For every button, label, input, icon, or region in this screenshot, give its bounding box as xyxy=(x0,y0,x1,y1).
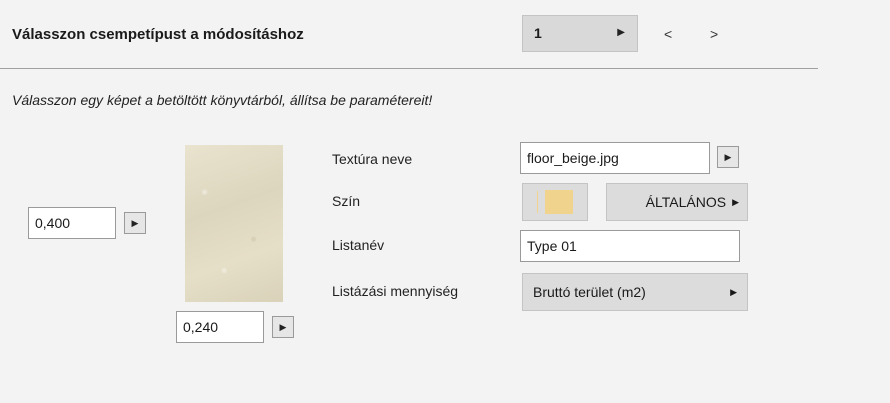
list-quantity-label: Listázási mennyiség xyxy=(332,283,459,299)
list-quantity-value: Bruttó terület (m2) xyxy=(533,284,646,300)
color-picker-button[interactable] xyxy=(522,183,588,221)
color-divider xyxy=(537,191,538,213)
color-swatch xyxy=(545,190,573,214)
color-mode-label: ÁLTALÁNOS xyxy=(645,194,727,210)
dropdown-arrow-icon: ▶ xyxy=(732,196,739,207)
play-arrow-icon: ▶ xyxy=(279,321,287,332)
play-arrow-icon: ▶ xyxy=(724,151,732,162)
play-arrow-icon: ▶ xyxy=(131,217,139,228)
dropdown-arrow-icon: ▶ xyxy=(617,27,625,38)
texture-browse-button[interactable]: ▶ xyxy=(717,146,739,168)
texture-name-label: Textúra neve xyxy=(332,151,413,167)
color-label: Szín xyxy=(332,193,361,209)
color-mode-dropdown[interactable]: ÁLTALÁNOS ▶ xyxy=(606,183,748,221)
page-title: Válasszon csempetípust a módosításhoz xyxy=(12,26,304,43)
next-button[interactable]: > xyxy=(710,26,718,42)
dropdown-arrow-icon: ▶ xyxy=(730,286,737,297)
tile-width-picker-button[interactable]: ▶ xyxy=(272,316,294,338)
tile-width-input[interactable]: 0,240 xyxy=(176,311,264,343)
list-name-input[interactable]: Type 01 xyxy=(520,230,740,262)
texture-preview-image[interactable] xyxy=(185,145,283,302)
texture-name-input[interactable]: floor_beige.jpg xyxy=(520,142,710,174)
tile-type-select[interactable]: 1 ▶ xyxy=(522,15,638,52)
tile-height-picker-button[interactable]: ▶ xyxy=(124,212,146,234)
prev-button[interactable]: < xyxy=(664,26,672,42)
instruction-text: Válasszon egy képet a betöltött könyvtár… xyxy=(12,92,433,108)
list-name-label: Listanév xyxy=(332,237,385,253)
tile-type-value: 1 xyxy=(534,25,542,41)
list-quantity-dropdown[interactable]: Bruttó terület (m2) ▶ xyxy=(522,273,748,311)
tile-height-input[interactable]: 0,400 xyxy=(28,207,116,239)
